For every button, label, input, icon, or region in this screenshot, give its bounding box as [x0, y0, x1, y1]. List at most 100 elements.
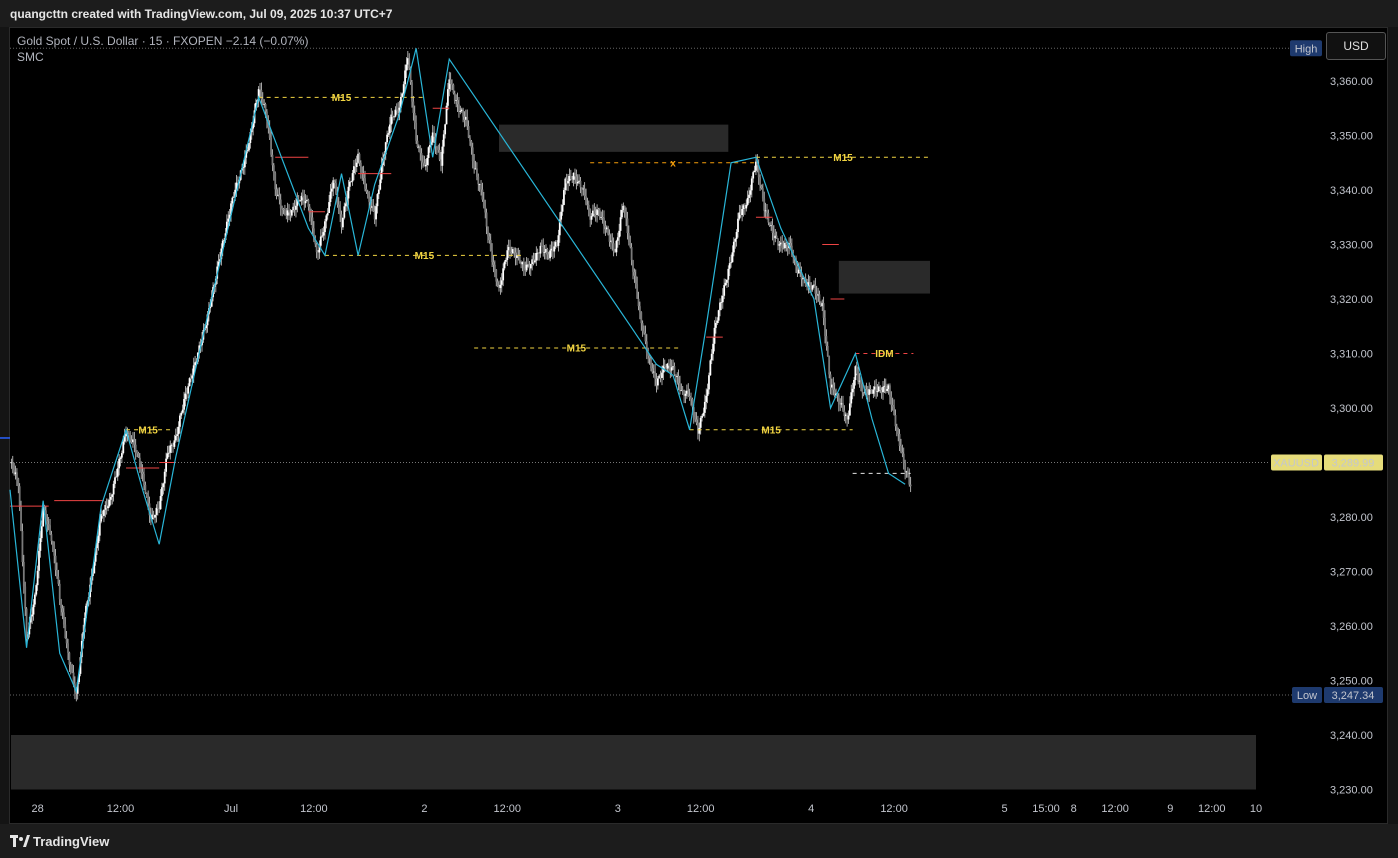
candle-body	[335, 183, 337, 194]
candle-body	[112, 483, 115, 495]
candle-body	[828, 356, 831, 375]
structure-label: x	[670, 158, 676, 169]
candle-body	[365, 188, 368, 192]
candle-body	[31, 614, 34, 617]
candle-body	[583, 188, 586, 197]
candle-body	[122, 441, 125, 454]
time-tick-label: 4	[808, 803, 814, 815]
candle-body	[484, 206, 487, 213]
candle-body	[603, 217, 605, 227]
candle-body	[470, 141, 473, 148]
price-tick-label: 3,280.00	[1330, 512, 1373, 524]
candle-body	[495, 269, 498, 282]
candle-body	[714, 322, 717, 328]
structure-label: M15	[332, 93, 352, 104]
candle-body	[166, 453, 169, 459]
candle-body	[361, 172, 364, 174]
time-axis: 28 12:00 Jul 12:00 2 12:00 3 12:00 4 12:00 5 15:00 8…	[32, 803, 1263, 815]
candle-body	[138, 457, 141, 469]
candle-body	[47, 524, 50, 526]
candle-body	[621, 210, 623, 218]
candle-body	[868, 389, 871, 395]
candle-body	[637, 298, 640, 307]
candle-body	[107, 506, 109, 509]
candle-body	[333, 180, 336, 184]
candle-body	[889, 385, 891, 397]
candle-body	[590, 216, 593, 220]
candle-body	[325, 215, 328, 222]
time-tick-label: 12:00	[107, 803, 135, 815]
candle-body	[703, 401, 706, 413]
candle-body	[54, 555, 57, 571]
candle-body	[39, 538, 42, 551]
time-tick-label: 12:00	[687, 803, 715, 815]
candle-body	[898, 433, 901, 446]
candle-body	[822, 303, 825, 318]
candle-body	[364, 178, 366, 189]
candle-body	[763, 198, 766, 211]
candle-body	[904, 462, 907, 472]
candle-body	[687, 390, 690, 396]
candle-body	[176, 434, 179, 436]
candle-body	[727, 268, 730, 280]
candle-body	[875, 386, 878, 392]
candle-body	[141, 471, 144, 474]
candle-body	[690, 397, 692, 399]
indicator-name[interactable]: SMC	[17, 50, 44, 64]
candle-body	[612, 243, 615, 252]
candle-body	[24, 586, 27, 609]
candle-body	[328, 202, 330, 214]
candle-body	[162, 483, 165, 488]
candle-body	[499, 284, 502, 288]
candle-body	[246, 150, 249, 152]
candle-body	[69, 664, 72, 670]
candle-body	[900, 445, 902, 453]
candle-body	[476, 168, 478, 177]
candle-body	[627, 233, 630, 243]
last-price-label: 3,289.99	[1332, 458, 1375, 470]
candle-body	[882, 386, 884, 393]
candle-body	[467, 126, 470, 138]
candle-body	[347, 186, 350, 199]
candle-body	[154, 514, 156, 518]
candle-body	[449, 79, 452, 85]
time-tick-label: 12:00	[880, 803, 908, 815]
candle-body	[630, 247, 633, 261]
candle-body	[909, 484, 912, 487]
candle-body	[633, 271, 636, 276]
candle-body	[623, 205, 626, 212]
candle-body	[299, 200, 301, 202]
price-tick-label: 3,300.00	[1330, 403, 1373, 415]
candle-body	[283, 209, 286, 215]
candle-body	[109, 496, 112, 500]
candle-body	[35, 585, 38, 595]
time-tick-label: Jul	[224, 803, 238, 815]
candle-body	[485, 212, 488, 227]
candle-body	[634, 275, 637, 285]
candle-body	[416, 140, 419, 147]
footer-brand: TradingView	[33, 834, 110, 849]
candle-body	[40, 526, 43, 539]
time-tick-label: 8	[1071, 803, 1077, 815]
currency-button[interactable]: USD	[1326, 32, 1386, 60]
price-chart[interactable]: M15 M15 M15 M15 x M15 M15 IDM 3,360.00 3,350.00 3…	[0, 0, 1398, 858]
candle-body	[906, 471, 909, 476]
candle-body	[723, 285, 726, 296]
candle-body	[231, 197, 234, 204]
candle-body	[466, 116, 469, 127]
candle-body	[850, 392, 853, 404]
candle-body	[462, 109, 464, 117]
candle-body	[311, 217, 314, 229]
candle-body	[58, 583, 61, 600]
zone-box	[838, 260, 930, 294]
candle-body	[17, 478, 20, 487]
candle-body	[656, 378, 659, 386]
candle-body	[525, 264, 528, 271]
candle-body	[259, 89, 261, 91]
candle-body	[408, 58, 411, 69]
candle-body	[405, 64, 408, 71]
candle-body	[492, 262, 495, 265]
candle-body	[616, 237, 619, 241]
candle-body	[11, 462, 14, 471]
candles-layer	[10, 51, 912, 702]
